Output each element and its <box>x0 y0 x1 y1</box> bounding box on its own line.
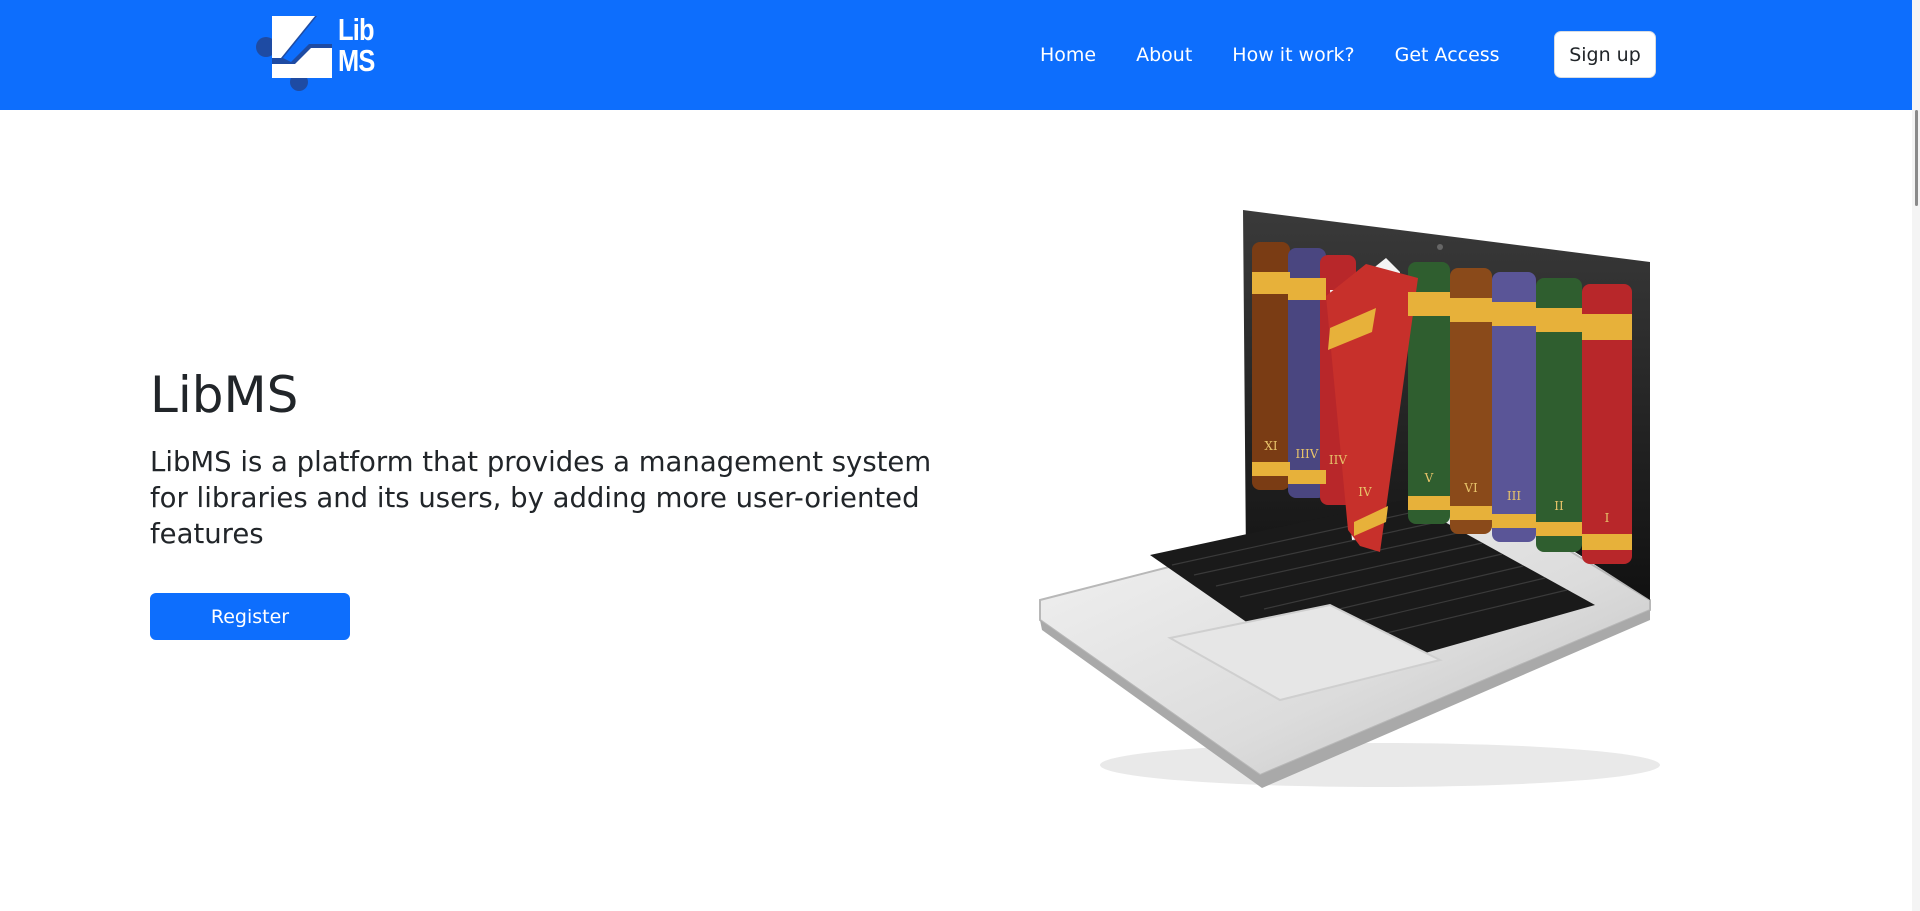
hero-description: LibMS is a platform that provides a mana… <box>150 446 932 550</box>
nav-link-how-it-work[interactable]: How it work? <box>1232 44 1354 66</box>
book-numeral: V <box>1424 471 1434 485</box>
nav-links: Home About How it work? Get Access <box>1040 0 1540 110</box>
book-numeral: II <box>1554 499 1564 513</box>
scrollbar-thumb[interactable] <box>1915 110 1918 206</box>
book-numeral: XI <box>1264 439 1278 453</box>
book-numeral: IV <box>1358 485 1372 499</box>
book-numeral: IIIV <box>1296 447 1319 461</box>
nav-link-get-access[interactable]: Get Access <box>1395 44 1500 66</box>
register-button[interactable]: Register <box>150 593 350 640</box>
hero-title: LibMS <box>150 366 299 424</box>
nav-link-home[interactable]: Home <box>1040 44 1096 66</box>
page-scrollbar[interactable] <box>1912 0 1920 911</box>
brand-logo[interactable]: Lib MS <box>255 14 385 94</box>
book-numeral: III <box>1507 489 1521 503</box>
book-numeral: I <box>1605 511 1610 525</box>
brand-line2: MS <box>338 43 375 78</box>
book-numeral: IIV <box>1329 453 1347 467</box>
signup-button[interactable]: Sign up <box>1554 31 1656 78</box>
navbar: Lib MS Home About How it work? Get Acces… <box>0 0 1920 110</box>
brand-line1: Lib <box>338 12 374 47</box>
nav-link-about[interactable]: About <box>1136 44 1192 66</box>
brand-wordmark: Lib MS <box>338 12 375 78</box>
laptop-books-illustration: XI IIIV IIV IV V VI III II I <box>1039 210 1660 788</box>
logo-mark-icon <box>256 16 332 91</box>
book-numeral: VI <box>1463 481 1478 495</box>
